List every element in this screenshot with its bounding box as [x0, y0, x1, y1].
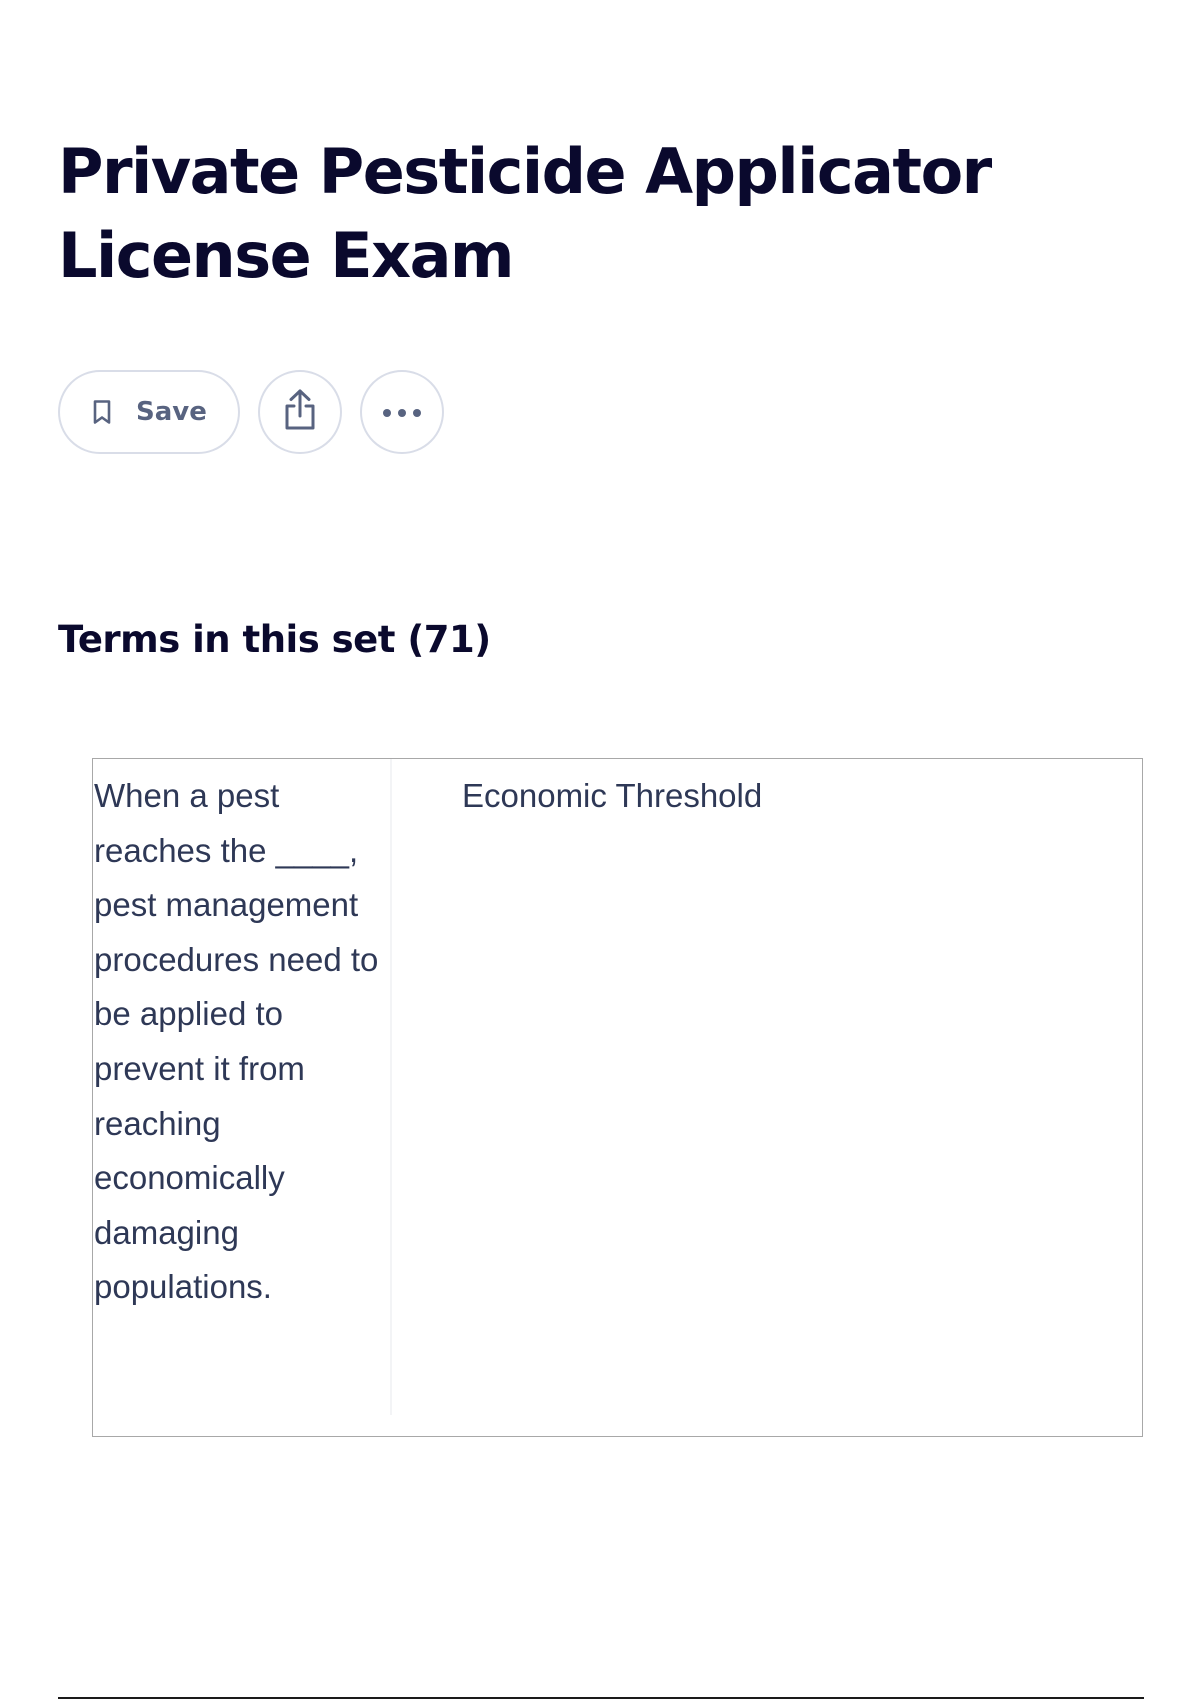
- page-title: Private Pesticide Applicator License Exa…: [58, 135, 992, 292]
- share-button[interactable]: [258, 370, 342, 454]
- action-bar: Save: [58, 370, 462, 454]
- term-text: When a pest reaches the ____, pest manag…: [94, 777, 379, 1306]
- share-icon: [281, 388, 319, 436]
- save-button[interactable]: Save: [58, 370, 240, 454]
- save-label: Save: [136, 397, 207, 427]
- more-options-icon: [381, 403, 423, 422]
- term-card[interactable]: When a pest reaches the ____, pest manag…: [92, 758, 1143, 1437]
- term-divider: [390, 759, 392, 1415]
- definition-text: Economic Threshold: [462, 777, 763, 814]
- terms-heading: Terms in this set (71): [58, 618, 491, 661]
- divider: [58, 1697, 1144, 1699]
- more-options-button[interactable]: [360, 370, 444, 454]
- bookmark-icon: [90, 397, 114, 427]
